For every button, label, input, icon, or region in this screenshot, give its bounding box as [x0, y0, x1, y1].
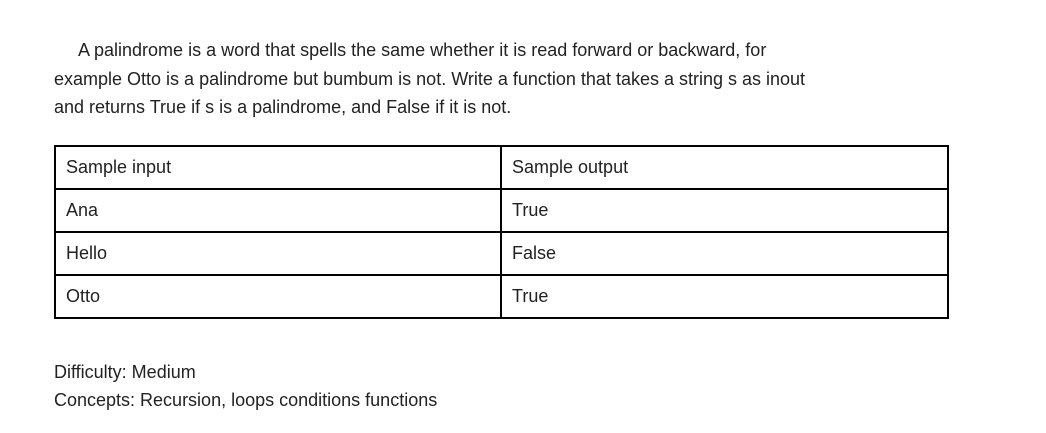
- table-row: Ana True: [54, 188, 949, 233]
- header-sample-input: Sample input: [54, 145, 502, 190]
- problem-metadata: Difficulty: Medium Concepts: Recursion, …: [54, 358, 437, 414]
- sample-input-cell: Hello: [54, 231, 502, 276]
- difficulty-label: Difficulty: Medium: [54, 362, 196, 382]
- sample-output-cell: True: [500, 274, 949, 319]
- table-row: Otto True: [54, 274, 949, 319]
- problem-description: A palindrome is a word that spells the s…: [54, 36, 954, 122]
- sample-output-cell: True: [500, 188, 949, 233]
- table-row: Hello False: [54, 231, 949, 276]
- document-page: A palindrome is a word that spells the s…: [0, 0, 1046, 433]
- sample-input-cell: Ana: [54, 188, 502, 233]
- sample-io-table: Sample input Sample output Ana True Hell…: [54, 145, 949, 319]
- description-line-3: and returns True if s is a palindrome, a…: [54, 97, 512, 117]
- sample-output-cell: False: [500, 231, 949, 276]
- header-sample-output: Sample output: [500, 145, 949, 190]
- concepts-label: Concepts: Recursion, loops conditions fu…: [54, 390, 438, 410]
- table-header-row: Sample input Sample output: [54, 145, 949, 190]
- description-line-2: example Otto is a palindrome but bumbum …: [54, 68, 806, 89]
- sample-input-cell: Otto: [54, 274, 502, 319]
- description-line-1: A palindrome is a word that spells the s…: [78, 40, 767, 60]
